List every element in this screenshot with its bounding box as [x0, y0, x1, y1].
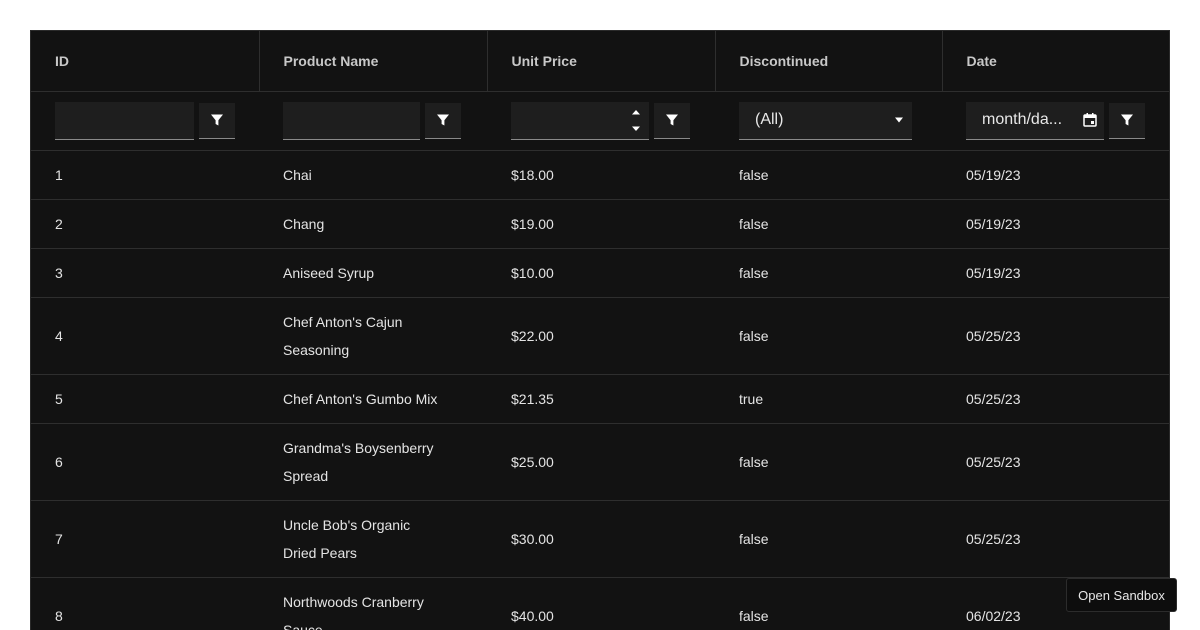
spin-down-icon[interactable]: [631, 124, 641, 134]
cell-id: 6: [31, 423, 259, 501]
data-grid: ID Product Name Unit Price Discontinued …: [30, 30, 1170, 630]
product-name-filter-button[interactable]: [425, 102, 461, 139]
filter-cell-unit-price: [487, 91, 715, 151]
cell-id: 2: [31, 199, 259, 249]
cell-unit-price: $10.00: [487, 248, 715, 298]
filter-icon: [666, 114, 678, 126]
cell-discontinued: false: [715, 150, 942, 200]
filter-icon: [211, 114, 223, 126]
filter-icon: [437, 114, 449, 126]
table-row[interactable]: 2 Chang $19.00 false 05/19/23: [31, 199, 1169, 249]
cell-unit-price: $18.00: [487, 150, 715, 200]
cell-product-name: Chai: [259, 150, 487, 200]
cell-unit-price: $19.00: [487, 199, 715, 249]
table-row[interactable]: 5 Chef Anton's Gumbo Mix $21.35 true 05/…: [31, 374, 1169, 424]
grid-table: ID Product Name Unit Price Discontinued …: [31, 31, 1169, 630]
date-filter-button[interactable]: [1109, 102, 1145, 139]
cell-product-name: Chef Anton's Gumbo Mix: [259, 374, 487, 424]
column-header-date[interactable]: Date: [942, 31, 1169, 92]
cell-discontinued: false: [715, 577, 942, 630]
product-name-filter-input[interactable]: [283, 101, 420, 140]
id-filter-button[interactable]: [199, 102, 235, 139]
unit-price-filter-button[interactable]: [654, 102, 690, 139]
cell-id: 3: [31, 248, 259, 298]
table-row[interactable]: 4 Chef Anton's Cajun Seasoning $22.00 fa…: [31, 297, 1169, 375]
table-row[interactable]: 6 Grandma's Boysenberry Spread $25.00 fa…: [31, 423, 1169, 501]
table-row[interactable]: 1 Chai $18.00 false 05/19/23: [31, 150, 1169, 200]
cell-product-name: Chef Anton's Cajun Seasoning: [259, 297, 487, 375]
cell-discontinued: false: [715, 500, 942, 578]
column-header-product-name[interactable]: Product Name: [259, 31, 488, 92]
cell-id: 7: [31, 500, 259, 578]
date-filter-input[interactable]: month/da...: [966, 101, 1104, 140]
cell-product-name: Chang: [259, 199, 487, 249]
cell-unit-price: $21.35: [487, 374, 715, 424]
open-sandbox-button[interactable]: Open Sandbox: [1066, 578, 1177, 612]
caret-down-icon: [895, 117, 903, 123]
cell-date: 05/19/23: [942, 150, 1169, 200]
cell-id: 1: [31, 150, 259, 200]
cell-discontinued: false: [715, 423, 942, 501]
unit-price-filter-input[interactable]: [511, 101, 649, 140]
cell-date: 05/25/23: [942, 423, 1169, 501]
column-header-unit-price[interactable]: Unit Price: [487, 31, 716, 92]
filter-cell-id: [31, 91, 259, 151]
filter-icon: [1121, 114, 1133, 126]
cell-date: 05/25/23: [942, 374, 1169, 424]
cell-unit-price: $40.00: [487, 577, 715, 630]
cell-id: 4: [31, 297, 259, 375]
id-filter-input[interactable]: [55, 101, 194, 140]
discontinued-filter-select[interactable]: (All): [739, 101, 912, 140]
cell-date: 05/25/23: [942, 297, 1169, 375]
filter-cell-date: month/da...: [942, 91, 1169, 151]
filter-row: (All) month/da...: [31, 91, 1169, 151]
cell-date: 05/25/23: [942, 500, 1169, 578]
cell-unit-price: $22.00: [487, 297, 715, 375]
date-filter-placeholder: month/da...: [982, 111, 1063, 128]
table-row[interactable]: 8 Northwoods Cranberry Sauce $40.00 fals…: [31, 577, 1169, 630]
cell-date: 05/19/23: [942, 248, 1169, 298]
discontinued-selected-value: (All): [755, 111, 784, 128]
cell-discontinued: false: [715, 297, 942, 375]
cell-unit-price: $25.00: [487, 423, 715, 501]
cell-discontinued: false: [715, 199, 942, 249]
calendar-icon[interactable]: [1082, 112, 1098, 128]
cell-unit-price: $30.00: [487, 500, 715, 578]
cell-id: 5: [31, 374, 259, 424]
cell-id: 8: [31, 577, 259, 630]
cell-product-name: Aniseed Syrup: [259, 248, 487, 298]
cell-product-name: Grandma's Boysenberry Spread: [259, 423, 487, 501]
cell-date: 05/19/23: [942, 199, 1169, 249]
header-row: ID Product Name Unit Price Discontinued …: [31, 31, 1169, 92]
column-header-id[interactable]: ID: [31, 31, 260, 92]
table-row[interactable]: 7 Uncle Bob's Organic Dried Pears $30.00…: [31, 500, 1169, 578]
spin-up-icon[interactable]: [631, 107, 641, 117]
cell-discontinued: true: [715, 374, 942, 424]
cell-product-name: Northwoods Cranberry Sauce: [259, 577, 487, 630]
cell-discontinued: false: [715, 248, 942, 298]
filter-cell-product-name: [259, 91, 487, 151]
table-row[interactable]: 3 Aniseed Syrup $10.00 false 05/19/23: [31, 248, 1169, 298]
column-header-discontinued[interactable]: Discontinued: [715, 31, 943, 92]
cell-product-name: Uncle Bob's Organic Dried Pears: [259, 500, 487, 578]
filter-cell-discontinued: (All): [715, 91, 942, 151]
